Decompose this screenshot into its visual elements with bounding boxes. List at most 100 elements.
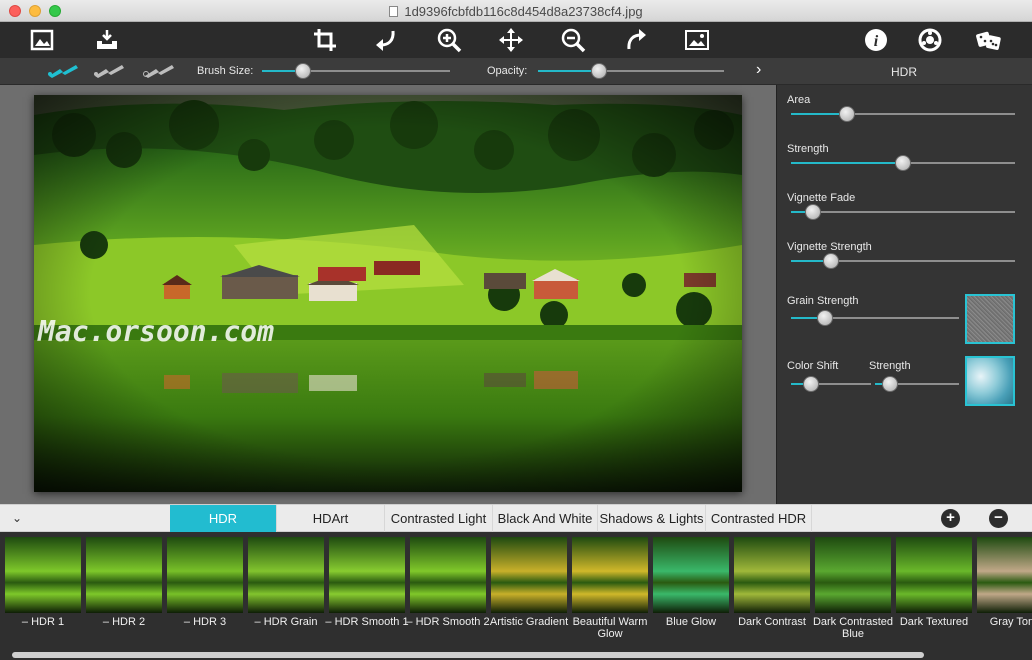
document-icon (389, 6, 399, 17)
preset-label: Dark Textured (899, 616, 969, 628)
add-preset-button[interactable]: + (941, 509, 960, 528)
grain-texture-swatch[interactable] (965, 294, 1015, 344)
area-slider[interactable] (791, 106, 1015, 122)
brush-size-slider[interactable] (262, 63, 450, 79)
image-open-icon[interactable] (26, 24, 58, 56)
preset-item[interactable]: Dark Contrasted Blue (813, 537, 893, 649)
preset-thumbnail[interactable] (410, 537, 486, 613)
preset-label: Dark Contrast (738, 616, 806, 628)
preset-item[interactable]: Artistic Gradient (490, 537, 568, 649)
zoom-in-icon[interactable] (433, 24, 465, 56)
move-icon[interactable] (495, 24, 527, 56)
color-shift-swatch[interactable] (965, 356, 1015, 406)
save-tray-icon[interactable] (91, 24, 123, 56)
color-shift-label: Color Shift (787, 360, 839, 372)
color-shift-strength-slider[interactable] (875, 376, 959, 392)
preset-thumbnail[interactable] (977, 537, 1032, 613)
preset-thumbnail[interactable] (86, 537, 162, 613)
image-canvas[interactable]: Mac.orsoon.com (0, 85, 776, 504)
preset-item[interactable]: Dark Textured (896, 537, 972, 649)
preset-item[interactable]: Dark Contrast (734, 537, 810, 649)
vignette-fade-slider[interactable] (791, 204, 1015, 220)
preset-item[interactable]: – HDR 3 (167, 537, 243, 649)
soft-brush-icon[interactable] (92, 63, 126, 79)
vignette-strength-slider[interactable] (791, 253, 1015, 269)
preset-thumbnail[interactable] (734, 537, 810, 613)
brush-options-bar: Brush Size: Opacity: › HDR (0, 58, 1032, 85)
preset-item[interactable]: – HDR Smooth 1 (325, 537, 409, 649)
preset-label: – HDR Smooth 2 (406, 616, 490, 628)
preset-label: Gray Tone (989, 616, 1032, 628)
redo-icon[interactable] (620, 24, 652, 56)
slider-knob[interactable] (882, 376, 899, 392)
horizontal-scrollbar[interactable] (12, 652, 924, 658)
svg-text:i: i (874, 33, 879, 50)
tab-hdart[interactable]: HDArt (277, 505, 385, 532)
strength-slider[interactable] (791, 155, 1015, 171)
preset-thumbnail[interactable] (653, 537, 729, 613)
compare-icon[interactable] (681, 24, 713, 56)
crop-icon[interactable] (309, 24, 341, 56)
undo-icon[interactable] (370, 24, 402, 56)
brush-tool-icon[interactable] (46, 63, 80, 79)
preset-label: – HDR 1 (21, 616, 65, 628)
slider-knob[interactable] (803, 376, 819, 392)
preset-thumbnail[interactable] (5, 537, 81, 613)
color-shift-slider[interactable] (791, 376, 871, 392)
eraser-brush-icon[interactable] (142, 63, 176, 79)
preset-label: Dark Contrasted Blue (812, 616, 894, 640)
opacity-label: Opacity: (487, 65, 528, 77)
preset-item[interactable]: Gray Tone (977, 537, 1032, 649)
preset-item[interactable]: – HDR Smooth 2 (406, 537, 490, 649)
preset-thumbnail[interactable] (248, 537, 324, 613)
zoom-out-icon[interactable] (557, 24, 589, 56)
preset-label: – HDR Grain (254, 616, 318, 628)
preset-item[interactable]: – HDR 1 (5, 537, 81, 649)
preset-thumbnail[interactable] (815, 537, 891, 613)
slider-knob[interactable] (895, 155, 911, 171)
slider-knob[interactable] (805, 204, 822, 220)
photo-preview[interactable]: Mac.orsoon.com (34, 95, 742, 492)
panel-title: HDR (891, 65, 917, 79)
tab-hdr[interactable]: HDR (170, 505, 277, 532)
slider-knob[interactable] (823, 253, 840, 269)
chevron-right-icon[interactable]: › (756, 61, 761, 79)
preset-label: Artistic Gradient (489, 616, 569, 628)
preset-label: – HDR 2 (102, 616, 146, 628)
preset-label: – HDR 3 (183, 616, 227, 628)
main-toolbar: i (0, 22, 1032, 58)
preset-label: – HDR Smooth 1 (325, 616, 409, 628)
preset-label: Beautiful Warm Glow (572, 616, 648, 640)
tab-contrasted-hdr[interactable]: Contrasted HDR (706, 505, 812, 532)
remove-preset-button[interactable]: − (989, 509, 1008, 528)
adjustment-panel: Area Strength Vignette Fade Vignette Str… (776, 85, 1032, 504)
slider-knob[interactable] (591, 63, 608, 79)
preset-thumbnail[interactable] (491, 537, 567, 613)
info-icon[interactable]: i (860, 24, 892, 56)
settings-icon[interactable] (914, 24, 946, 56)
preset-thumbnail[interactable] (167, 537, 243, 613)
brush-size-label: Brush Size: (197, 65, 254, 77)
preset-item[interactable]: Blue Glow (653, 537, 729, 649)
grain-strength-slider[interactable] (791, 310, 959, 326)
preset-category-tabs: ⌄ HDR HDArt Contrasted Light Black And Whit… (0, 504, 1032, 532)
tab-contrasted-light[interactable]: Contrasted Light (385, 505, 493, 532)
preset-thumbnail[interactable] (896, 537, 972, 613)
color-shift-strength-label: Strength (869, 360, 911, 372)
window-title: 1d9396fcbfdb116c8d454d8a23738cf4.jpg (0, 4, 1032, 19)
preset-item[interactable]: – HDR Grain (248, 537, 324, 649)
opacity-slider[interactable] (538, 63, 724, 79)
preset-thumbnail[interactable] (572, 537, 648, 613)
slider-knob[interactable] (816, 310, 833, 326)
preset-item[interactable]: – HDR 2 (86, 537, 162, 649)
vignette-fade-label: Vignette Fade (787, 192, 856, 204)
dice-icon[interactable] (973, 24, 1005, 56)
tab-black-and-white[interactable]: Black And White (493, 505, 598, 532)
tab-shadows-lights[interactable]: Shadows & Lights (598, 505, 706, 532)
slider-knob[interactable] (295, 63, 312, 79)
window-title-text: 1d9396fcbfdb116c8d454d8a23738cf4.jpg (404, 4, 643, 19)
preset-item[interactable]: Beautiful Warm Glow (572, 537, 648, 649)
preset-thumbnail[interactable] (329, 537, 405, 613)
slider-knob[interactable] (839, 106, 855, 122)
collapse-chevron-icon[interactable]: ⌄ (12, 511, 22, 525)
